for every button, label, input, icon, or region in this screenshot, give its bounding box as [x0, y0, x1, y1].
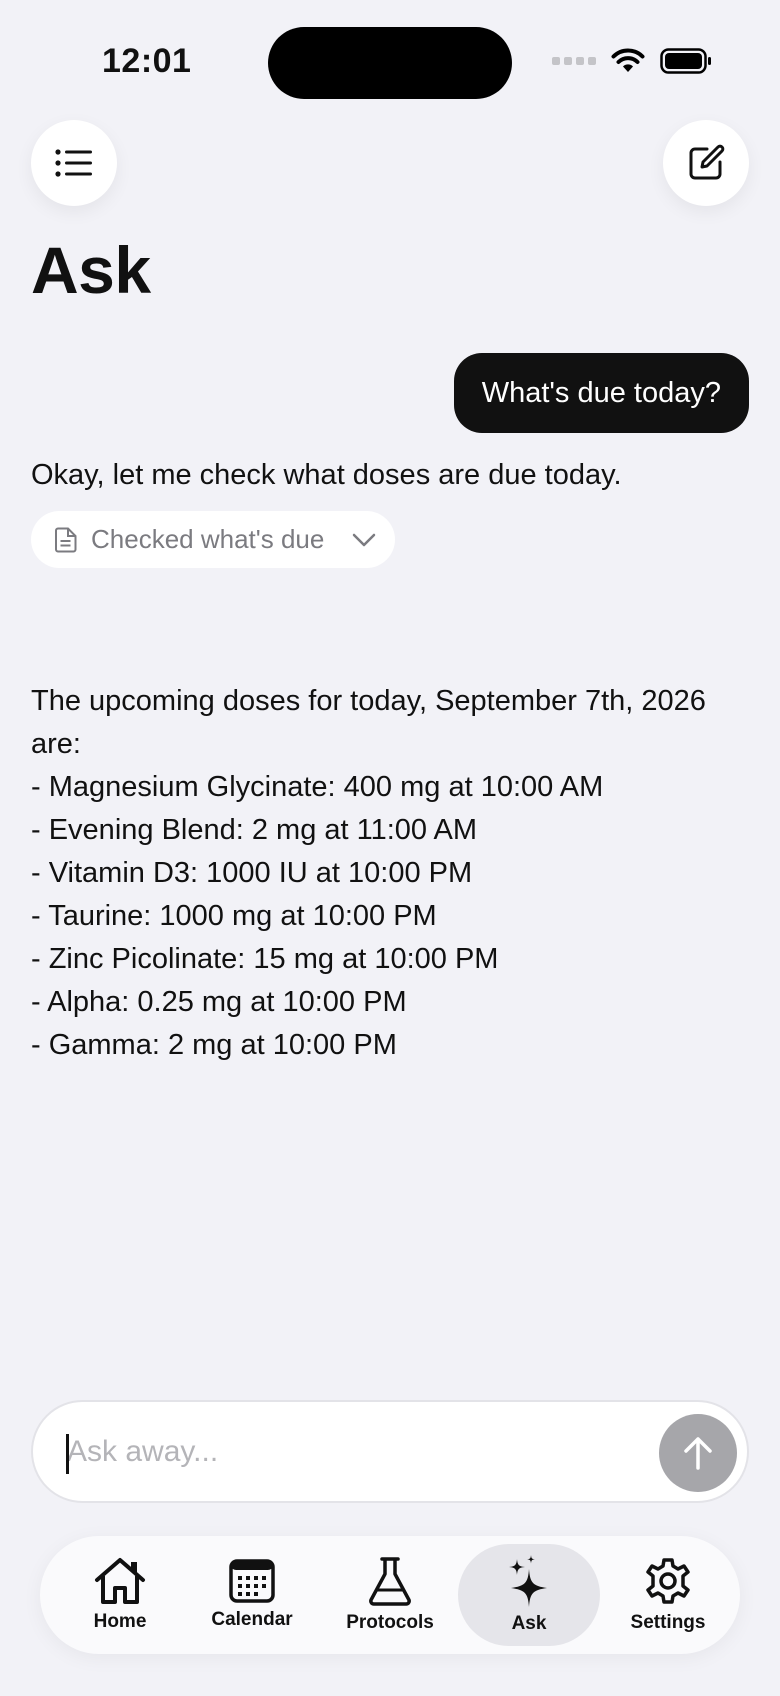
answer-line: - Zinc Picolinate: 15 mg at 10:00 PM: [31, 943, 499, 975]
dynamic-island: [268, 27, 512, 99]
chevron-down-icon: [353, 533, 376, 546]
answer-line: - Alpha: 0.25 mg at 10:00 PM: [31, 986, 407, 1018]
answer-line: - Gamma: 2 mg at 10:00 PM: [31, 1029, 397, 1061]
tab-label: Home: [93, 1611, 147, 1632]
tab-label: Ask: [511, 1613, 547, 1634]
status-time: 12:01: [102, 42, 192, 80]
battery-icon: [660, 48, 711, 74]
answer-line: - Vitamin D3: 1000 IU at 10:00 PM: [31, 857, 473, 889]
tab-calendar[interactable]: Calendar: [190, 1544, 314, 1646]
tab-label: Settings: [630, 1612, 706, 1633]
list-icon: [55, 149, 92, 177]
tab-ask[interactable]: Ask: [458, 1544, 600, 1646]
document-icon: [55, 527, 77, 552]
tool-call-chip[interactable]: Checked what's due: [31, 511, 395, 568]
tab-settings[interactable]: Settings: [606, 1544, 730, 1646]
answer-line: are:: [31, 728, 81, 760]
sparkles-icon: [509, 1555, 547, 1607]
wifi-icon: [611, 48, 645, 72]
gear-icon: [646, 1558, 690, 1604]
assistant-answer: The upcoming doses for today, September …: [31, 680, 751, 1067]
user-message-bubble: What's due today?: [453, 353, 749, 433]
tab-home[interactable]: Home: [60, 1544, 180, 1646]
status-icons: [552, 48, 712, 74]
tab-label: Calendar: [211, 1609, 293, 1630]
ask-screen: 12:01 Ask What's due today? Okay, let me…: [0, 0, 780, 1696]
assistant-intro-text: Okay, let me check what doses are due to…: [31, 459, 622, 491]
send-button[interactable]: [659, 1414, 737, 1492]
answer-line: - Magnesium Glycinate: 400 mg at 10:00 A…: [31, 771, 604, 803]
answer-line: - Taurine: 1000 mg at 10:00 PM: [31, 900, 437, 932]
cellular-signal-icon: [552, 57, 596, 65]
calendar-icon: [229, 1559, 275, 1603]
page-title: Ask: [31, 233, 151, 307]
compose-icon: [689, 144, 725, 180]
house-icon: [95, 1558, 145, 1604]
message-input[interactable]: [67, 1434, 627, 1469]
message-input-bar: [31, 1400, 749, 1503]
tab-label: Protocols: [346, 1612, 434, 1633]
new-chat-button[interactable]: [663, 120, 749, 206]
tool-chip-label: Checked what's due: [91, 524, 325, 554]
history-list-button[interactable]: [31, 120, 117, 206]
text-caret: [66, 1434, 69, 1474]
answer-line: - Evening Blend: 2 mg at 11:00 AM: [31, 814, 478, 846]
tab-protocols[interactable]: Protocols: [328, 1544, 452, 1646]
answer-line: The upcoming doses for today, September …: [31, 685, 706, 717]
flask-icon: [369, 1557, 411, 1606]
arrow-up-icon: [684, 1437, 712, 1470]
tab-bar: Home Calendar Protocols Ask Settings: [40, 1536, 740, 1654]
